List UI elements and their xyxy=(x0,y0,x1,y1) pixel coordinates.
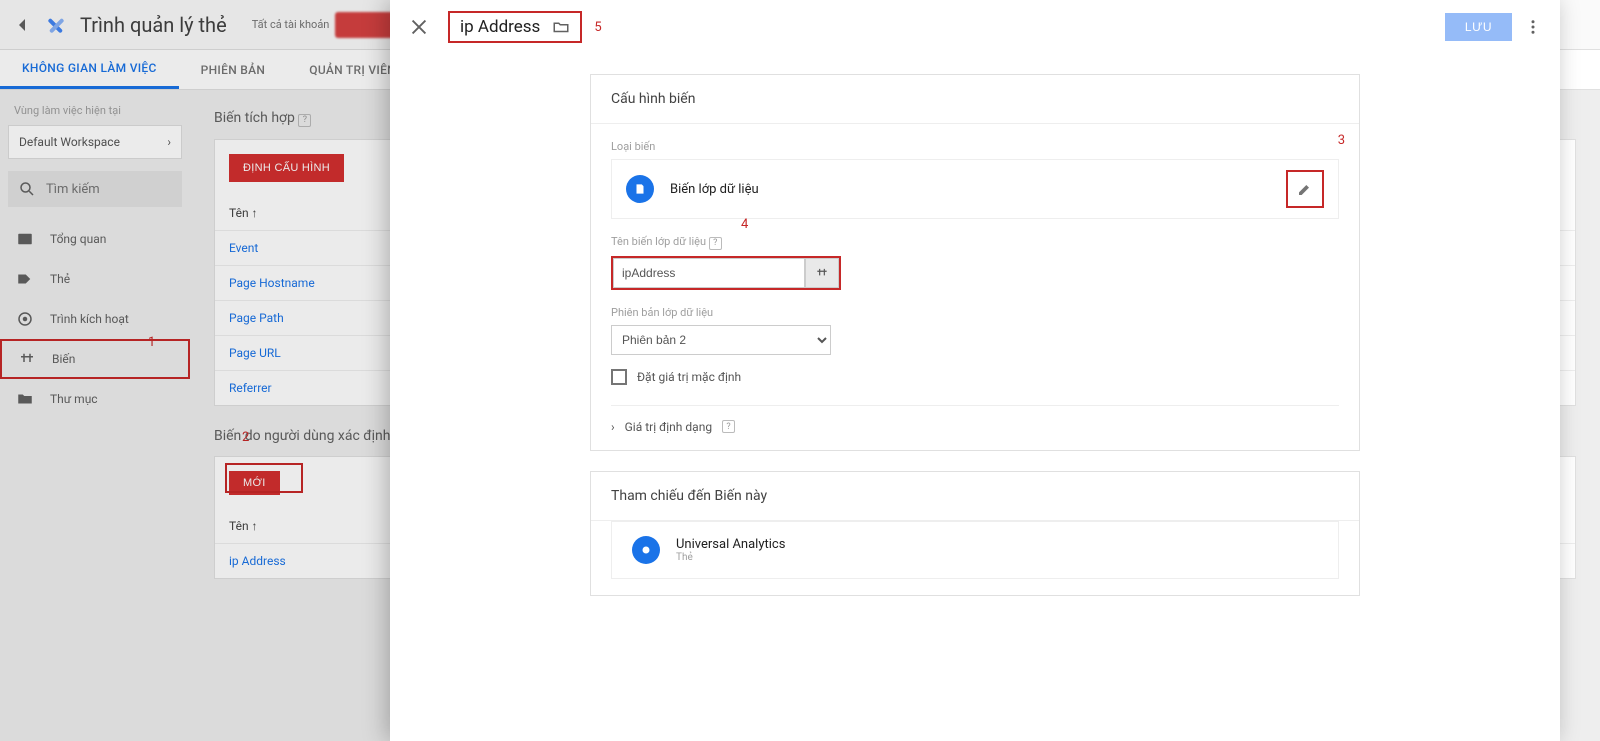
variable-name-box[interactable]: ip Address xyxy=(448,11,582,43)
dl-name-input[interactable] xyxy=(613,258,805,288)
reference-name: Universal Analytics xyxy=(676,537,785,552)
format-value-label: Giá trị định dạng xyxy=(625,420,712,434)
variable-type-row[interactable]: Biến lớp dữ liệu xyxy=(611,159,1339,219)
annotation-3: 3 xyxy=(1338,133,1345,148)
reference-subtype: Thẻ xyxy=(676,552,785,563)
drawer-body: Cấu hình biến Loại biến 3 Biến lớp dữ li… xyxy=(390,54,1560,596)
annotation-4: 4 xyxy=(741,217,748,232)
variable-name: ip Address xyxy=(460,17,540,37)
folder-outline-icon[interactable] xyxy=(552,18,570,36)
config-card-title: Cấu hình biến xyxy=(591,75,1359,124)
variable-editor-drawer: ip Address 5 LƯU Cấu hình biến Loại biến… xyxy=(390,0,1560,741)
format-value-row[interactable]: › Giá trị định dạng ? xyxy=(611,405,1339,434)
variable-config-card: Cấu hình biến Loại biến 3 Biến lớp dữ li… xyxy=(590,74,1360,451)
variable-type-value: Biến lớp dữ liệu xyxy=(670,182,759,197)
help-icon[interactable]: ? xyxy=(722,420,735,433)
checkbox-icon[interactable] xyxy=(611,369,627,385)
edit-type-button[interactable] xyxy=(1286,170,1324,208)
help-icon[interactable]: ? xyxy=(709,237,722,250)
references-title: Tham chiếu đến Biến này xyxy=(591,472,1359,521)
close-icon[interactable] xyxy=(408,16,430,38)
dl-version-label: Phiên bản lớp dữ liệu xyxy=(611,306,1339,319)
dl-name-label: Tên biến lớp dữ liệu xyxy=(611,235,706,248)
annotation-5: 5 xyxy=(594,20,601,35)
datalayer-type-icon xyxy=(626,175,654,203)
dl-name-picker-button[interactable] xyxy=(805,258,839,288)
dl-version-select[interactable]: Phiên bản 2 xyxy=(611,325,831,355)
variable-type-label: Loại biến xyxy=(611,140,1339,153)
analytics-tag-icon xyxy=(632,536,660,564)
default-value-checkbox-row[interactable]: Đặt giá trị mặc định xyxy=(611,369,1339,385)
reference-row[interactable]: Universal Analytics Thẻ xyxy=(611,521,1339,579)
references-card: Tham chiếu đến Biến này Universal Analyt… xyxy=(590,471,1360,596)
drawer-header: ip Address 5 LƯU xyxy=(390,0,1560,54)
dl-name-field-group xyxy=(611,256,841,290)
default-value-label: Đặt giá trị mặc định xyxy=(637,370,741,384)
modal-overlay xyxy=(0,0,390,741)
chevron-right-icon: › xyxy=(611,420,615,434)
more-vert-icon[interactable] xyxy=(1524,18,1542,36)
save-button[interactable]: LƯU xyxy=(1445,13,1512,41)
